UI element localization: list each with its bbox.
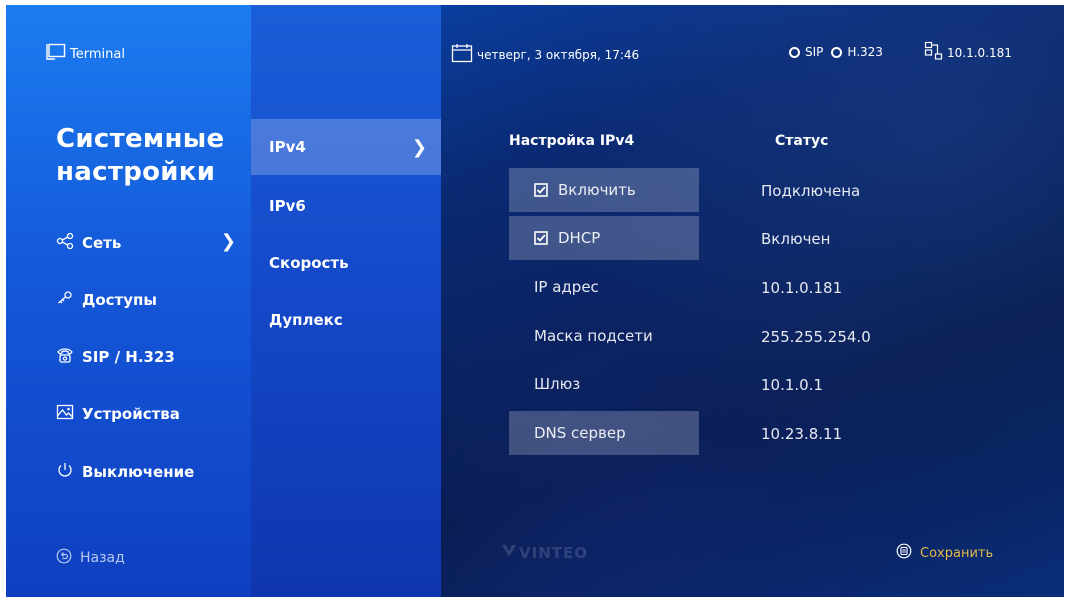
sip-status-icon [789, 46, 800, 58]
sidebar: Terminal Системные настройки Сеть ❯ Дост… [6, 5, 251, 597]
subnet-mask-field[interactable]: Маска подсети [509, 314, 699, 358]
submenu-item-label: Дуплекс [269, 311, 343, 329]
save-button[interactable]: Сохранить [896, 543, 993, 563]
sidebar-item-label: Устройства [82, 405, 180, 423]
calendar-icon [451, 43, 473, 66]
phone-icon [56, 347, 74, 367]
devices-icon [56, 404, 74, 424]
back-button[interactable]: Назад [56, 548, 125, 568]
sidebar-item-label: Доступы [82, 291, 157, 309]
checkbox-checked-icon [534, 231, 548, 245]
subnet-mask-label: Маска подсети [534, 327, 653, 345]
h323-label: H.323 [847, 45, 883, 59]
vinteo-logo: VINTEO [501, 543, 588, 563]
sidebar-item-sip[interactable]: SIP / H.323 [56, 347, 236, 367]
back-icon [56, 548, 72, 568]
sip-label: SIP [805, 45, 824, 59]
enable-checkbox[interactable]: Включить [509, 168, 699, 212]
submenu-item-speed[interactable]: Скорость [251, 235, 441, 291]
dns-server-field[interactable]: DNS сервер [509, 411, 699, 455]
gateway-label: Шлюз [534, 375, 581, 393]
save-label: Сохранить [920, 545, 994, 561]
network-topology-icon [924, 41, 944, 64]
datetime: четверг, 3 октября, 17:46 [451, 43, 639, 66]
dhcp-label: DHCP [558, 229, 601, 247]
logo-text: VINTEO [519, 544, 588, 562]
sidebar-item-access[interactable]: Доступы [56, 290, 236, 310]
screen: Terminal Системные настройки Сеть ❯ Дост… [6, 5, 1064, 597]
dhcp-checkbox[interactable]: DHCP [509, 216, 699, 260]
sidebar-item-label: Сеть [82, 234, 122, 252]
network-icon [56, 232, 74, 253]
dns-server-label: DNS сервер [534, 424, 626, 442]
submenu-item-label: IPv6 [269, 197, 306, 215]
app-title-label: Terminal [70, 46, 125, 62]
main-content: четверг, 3 октября, 17:46 SIP H.323 10.1… [441, 5, 1064, 597]
ip-address-label: IP адрес [534, 278, 599, 296]
chevron-right-icon: ❯ [220, 231, 236, 252]
chevron-right-icon: ❯ [411, 136, 427, 158]
page-title: Системные настройки [56, 124, 225, 187]
datetime-label: четверг, 3 октября, 17:46 [477, 47, 640, 62]
sidebar-item-network[interactable]: Сеть ❯ [56, 231, 236, 253]
monitor-icon [46, 43, 66, 65]
ip-label: 10.1.0.181 [947, 45, 1012, 60]
h323-status-icon [831, 46, 843, 58]
submenu-item-label: Скорость [269, 254, 349, 272]
settings-header: Настройка IPv4 [509, 133, 635, 149]
app-title: Terminal [46, 43, 125, 65]
submenu-item-ipv4[interactable]: IPv4 ❯ [251, 119, 441, 175]
ip-address-value: 10.1.0.181 [761, 279, 843, 297]
access-icon [56, 290, 74, 310]
enable-label: Включить [558, 181, 636, 199]
gateway-field[interactable]: Шлюз [509, 362, 699, 406]
save-icon [896, 543, 912, 563]
sidebar-item-label: Выключение [82, 463, 195, 481]
sidebar-item-label: SIP / H.323 [82, 348, 175, 366]
gateway-value: 10.1.0.1 [761, 376, 824, 394]
ip-address-field[interactable]: IP адрес [509, 265, 699, 309]
protocol-status: SIP H.323 [789, 45, 883, 59]
sidebar-item-devices[interactable]: Устройства [56, 404, 236, 424]
status-header: Статус [775, 133, 829, 149]
submenu-item-duplex[interactable]: Дуплекс [251, 292, 441, 348]
checkbox-checked-icon [534, 183, 548, 197]
connection-status-value: Подключена [761, 182, 861, 200]
dhcp-status-value: Включен [761, 230, 831, 248]
subnet-mask-value: 255.255.254.0 [761, 328, 871, 346]
sidebar-item-power[interactable]: Выключение [56, 461, 236, 483]
submenu-item-ipv6[interactable]: IPv6 [251, 178, 441, 234]
back-label: Назад [80, 550, 125, 566]
logo-mark-icon [501, 543, 517, 563]
submenu-item-label: IPv4 [269, 138, 306, 156]
submenu: IPv4 ❯ IPv6 Скорость Дуплекс [251, 5, 441, 597]
dns-server-value: 10.23.8.11 [761, 425, 843, 443]
ip-indicator: 10.1.0.181 [924, 41, 1012, 64]
power-icon [56, 461, 74, 483]
